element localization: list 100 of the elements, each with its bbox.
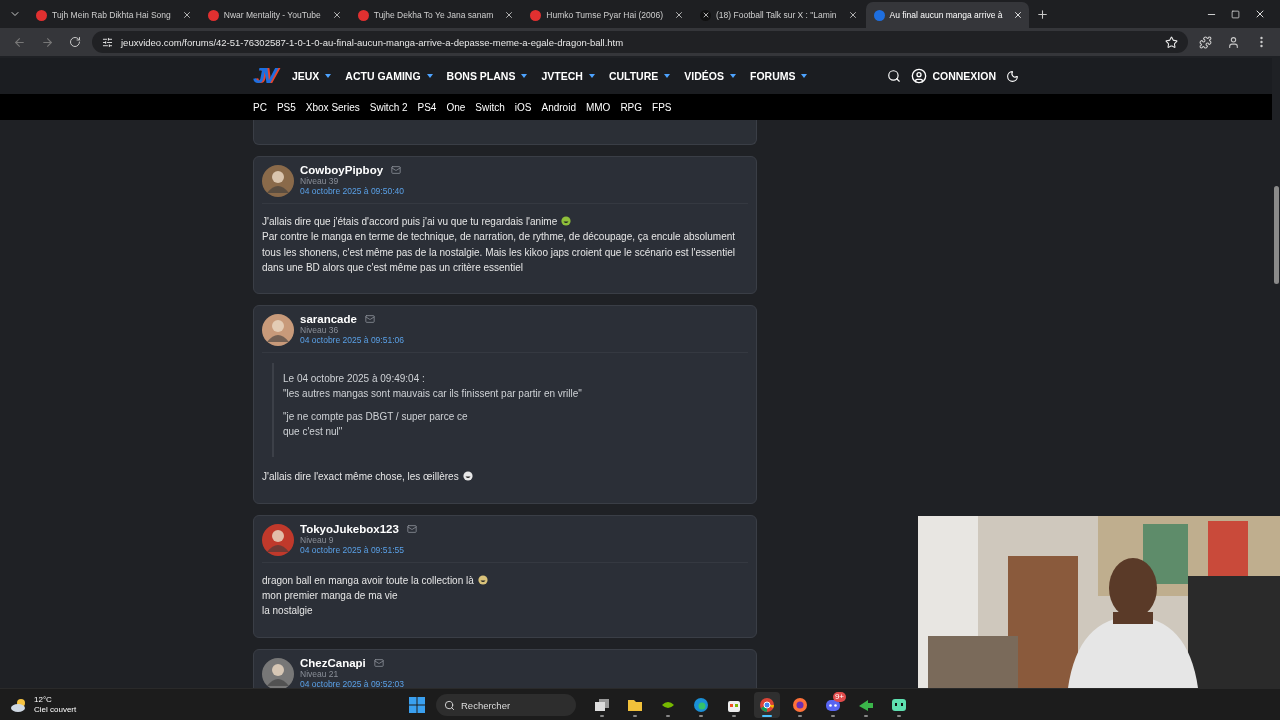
- user-level: Niveau 9: [300, 534, 334, 545]
- menu-item[interactable]: ACTU GAMING: [345, 70, 433, 82]
- plus-icon: [1035, 7, 1049, 21]
- user-level: Niveau 39: [300, 176, 339, 186]
- post-text: mon premier manga de ma vie: [262, 588, 399, 603]
- platform-link[interactable]: Switch 2: [369, 101, 408, 113]
- post-text: dragon ball en manga avoir toute la collection là: [262, 572, 748, 588]
- address-field[interactable]: jeuxvideo.com/forums/42-51-76302587-1-0-1-0-au-final-aucun-manga-arrive-a-depasse-meme-a-egale-dragon-ball.htm: [92, 31, 1188, 53]
- scrollbar-thumb[interactable]: [1273, 186, 1279, 284]
- platform-link[interactable]: Xbox Series: [305, 101, 360, 113]
- browser-tab[interactable]: Tujhe Dekha To Ye Jana sanam: [349, 2, 521, 28]
- user-icon: [1226, 35, 1240, 49]
- user-avatar: [262, 523, 294, 556]
- platform-link[interactable]: PS5: [276, 101, 296, 113]
- menu-item[interactable]: BONS PLANS: [446, 70, 528, 82]
- close-icon[interactable]: [181, 10, 192, 20]
- bookmark-star-icon[interactable]: [1165, 35, 1178, 49]
- platform-link[interactable]: Switch: [475, 101, 505, 113]
- platform-link[interactable]: FPS: [652, 101, 672, 113]
- browser-tab[interactable]: Tujh Mein Rab Dikhta Hai Song: [28, 2, 198, 28]
- puzzle-icon: [1198, 35, 1212, 49]
- close-icon[interactable]: [1254, 8, 1266, 20]
- robot-icon: [891, 697, 907, 713]
- mail-icon[interactable]: [364, 314, 375, 325]
- mail-icon[interactable]: [406, 523, 417, 534]
- platform-link[interactable]: RPG: [620, 101, 643, 113]
- mail-icon[interactable]: [373, 657, 384, 668]
- quote-text: "les autres mangas sont mauvais car ils finissent par partir en vrille": [283, 387, 583, 402]
- platform-link[interactable]: Android: [541, 101, 576, 113]
- youtube-icon: [36, 9, 47, 21]
- platform-link[interactable]: PC: [253, 101, 267, 113]
- platform-link[interactable]: PS4: [417, 101, 437, 113]
- user-avatar: [262, 314, 294, 347]
- site-logo[interactable]: JV: [253, 63, 274, 89]
- close-icon[interactable]: [331, 10, 342, 20]
- mail-icon[interactable]: [391, 165, 402, 175]
- author-name[interactable]: TokyoJukebox123: [300, 522, 399, 535]
- folder-icon: [627, 697, 643, 713]
- wave-logo-icon: [693, 697, 709, 713]
- author-name[interactable]: ChezCanapi: [300, 656, 366, 669]
- taskbar-app[interactable]: [754, 692, 780, 718]
- close-icon[interactable]: [1013, 10, 1024, 20]
- user-level: Niveau 21: [300, 668, 339, 679]
- more-dots-icon: [1259, 36, 1263, 48]
- taskbar-app[interactable]: 9+: [820, 692, 846, 718]
- login-link[interactable]: CONNEXION: [911, 68, 996, 84]
- site-logo-icon: [873, 9, 885, 21]
- platform-link[interactable]: iOS: [514, 101, 532, 113]
- youtube-icon: [207, 9, 219, 21]
- x-logo-icon: [700, 9, 711, 21]
- menu-item[interactable]: VIDÉOS: [684, 70, 736, 82]
- reload-icon: [69, 36, 81, 48]
- temperature: 12°C: [34, 694, 53, 705]
- browser-tab[interactable]: Au final aucun manga arrive à: [865, 2, 1030, 28]
- post-date[interactable]: 04 octobre 2025 à 09:50:40: [300, 186, 404, 196]
- close-icon[interactable]: [674, 10, 684, 20]
- moon-icon[interactable]: [1006, 69, 1019, 83]
- quote-text: "je ne compte pas DBGT / super parce ce que c'est nul": [283, 409, 469, 440]
- quote-header: Le 04 octobre 2025 à 09:49:04 :: [283, 372, 426, 387]
- forward-arrow-icon: [40, 35, 54, 49]
- site-settings-icon[interactable]: [102, 36, 113, 48]
- youtube-icon: [530, 9, 542, 21]
- search-icon: [444, 699, 455, 711]
- menu-item[interactable]: CULTURE: [608, 70, 671, 82]
- maximize-icon[interactable]: [1231, 9, 1240, 19]
- menu-item[interactable]: JVTECH: [541, 70, 595, 82]
- post-text: la nostalgie: [262, 604, 314, 619]
- search-field[interactable]: Rechercher: [436, 694, 576, 716]
- platform-link[interactable]: MMO: [585, 101, 611, 113]
- notification-badge: 9+: [832, 692, 846, 702]
- browser-tab[interactable]: (18) Football Talk sur X : "Lamin: [692, 2, 864, 28]
- fox-logo-icon: [792, 697, 808, 713]
- cloud-sun-icon: [10, 696, 28, 713]
- gamepad-logo-icon: [825, 697, 841, 713]
- task-view-icon: [594, 697, 610, 713]
- chrome-icon: [759, 697, 775, 713]
- post-text: J'allais dire l'exact même chose, les œillères: [262, 469, 748, 485]
- arrow-logo-icon: [858, 697, 874, 713]
- start-icon[interactable]: [409, 697, 425, 713]
- author-name[interactable]: sarancade: [300, 313, 357, 326]
- post-text: J'allais dire que j'étais d'accord puis j'ai vu que tu regardais l'anime: [262, 214, 748, 230]
- post-date[interactable]: 04 octobre 2025 à 09:52:03: [300, 678, 404, 688]
- search-icon[interactable]: [887, 69, 902, 83]
- browser-tab[interactable]: Nwar Mentality - YouTube: [199, 2, 348, 28]
- close-icon[interactable]: [504, 10, 515, 20]
- youtube-icon: [357, 9, 369, 21]
- close-icon[interactable]: [847, 10, 858, 20]
- author-name[interactable]: CowboyPipboy: [300, 164, 384, 176]
- user-level: Niveau 36: [300, 325, 340, 336]
- weather-label: Ciel couvert: [34, 704, 77, 715]
- post-date[interactable]: 04 octobre 2025 à 09:51:55: [300, 544, 417, 555]
- menu-item[interactable]: JEUX: [291, 70, 332, 82]
- platform-link[interactable]: One: [446, 101, 466, 113]
- user-avatar: [262, 165, 294, 197]
- post-date[interactable]: 04 octobre 2025 à 09:51:06: [300, 335, 404, 346]
- back-arrow-icon: [12, 35, 26, 49]
- browser-tab[interactable]: Humko Tumse Pyar Hai (2006): [522, 2, 690, 28]
- menu-item[interactable]: FORUMS: [749, 70, 808, 82]
- post-text: Par contre le manga en terme de technique, de narration, de rythme, de découpage, ça encule absolument tous les shonens, c'est même pas de la nostalgie. Mais les kikoo japs croient que le scénario est l'essentiel dans une BD alors que c'est même pas un critère essentiel: [262, 230, 737, 275]
- user-circle-icon: [911, 68, 928, 84]
